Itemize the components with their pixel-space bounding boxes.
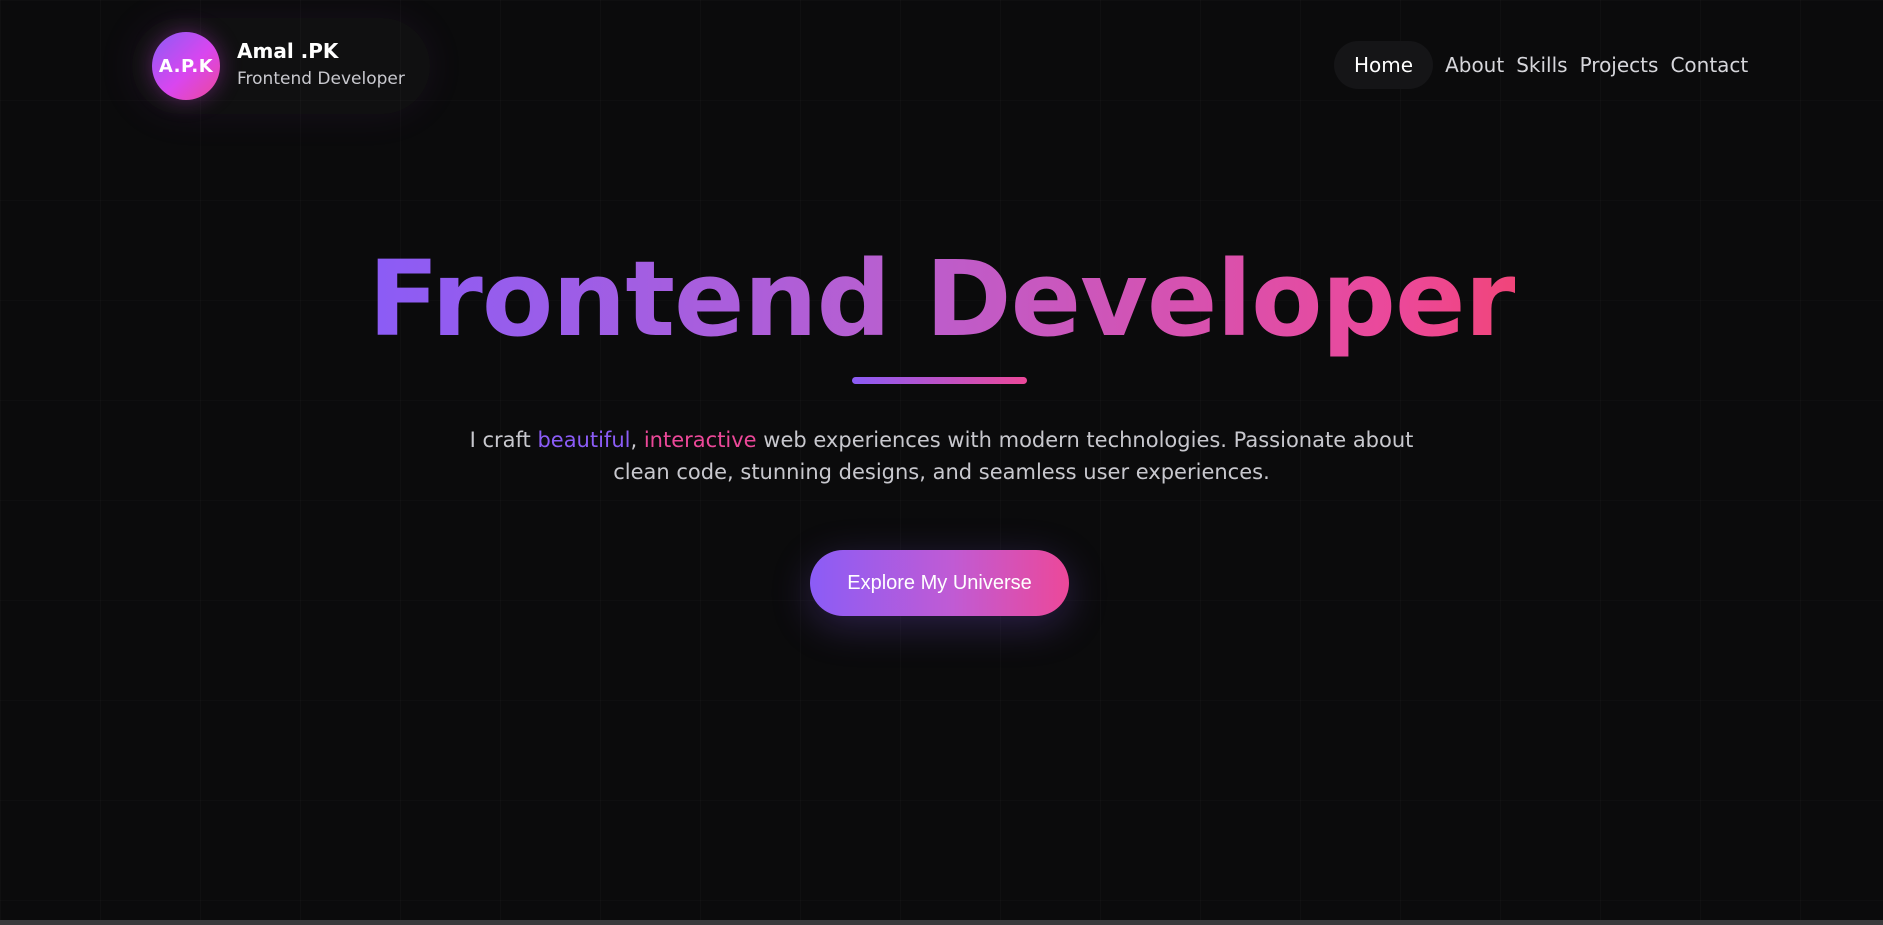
nav-link-projects[interactable]: Projects — [1574, 41, 1665, 89]
bottom-scrollbar[interactable] — [0, 920, 1883, 925]
nav-link-skills[interactable]: Skills — [1510, 41, 1573, 89]
nav-link-about[interactable]: About — [1439, 41, 1510, 89]
nav-link-contact[interactable]: Contact — [1664, 41, 1754, 89]
tagline-line1-rest: web experiences with modern technologies… — [756, 428, 1414, 452]
hero-title-text: Frontend Developer — [368, 238, 1516, 360]
page: A.P.K Amal .PK Frontend Developer Home A… — [0, 0, 1883, 925]
logo-avatar[interactable]: A.P.K — [152, 32, 220, 100]
logo-text: A.P.K — [158, 55, 214, 77]
brand-name: Amal .PK — [237, 39, 339, 63]
nav-link-home[interactable]: Home — [1334, 41, 1434, 89]
tagline-highlight-interactive: interactive — [643, 428, 757, 452]
hero-title: Frontend Developer — [0, 238, 1883, 360]
hero-tagline: I craft beautiful, interactive web exper… — [0, 424, 1883, 488]
main-nav: Home About Skills Projects Contact — [1334, 41, 1754, 89]
brand-role: Frontend Developer — [237, 69, 405, 89]
explore-universe-button[interactable]: Explore My Universe — [810, 550, 1069, 616]
title-underline — [852, 377, 1027, 384]
tagline-prefix: I craft — [469, 428, 538, 452]
brand-badge[interactable]: A.P.K Amal .PK Frontend Developer — [132, 18, 430, 114]
tagline-separator: , — [630, 428, 644, 452]
tagline-highlight-beautiful: beautiful — [537, 428, 631, 452]
tagline-line2: clean code, stunning designs, and seamle… — [613, 460, 1270, 484]
